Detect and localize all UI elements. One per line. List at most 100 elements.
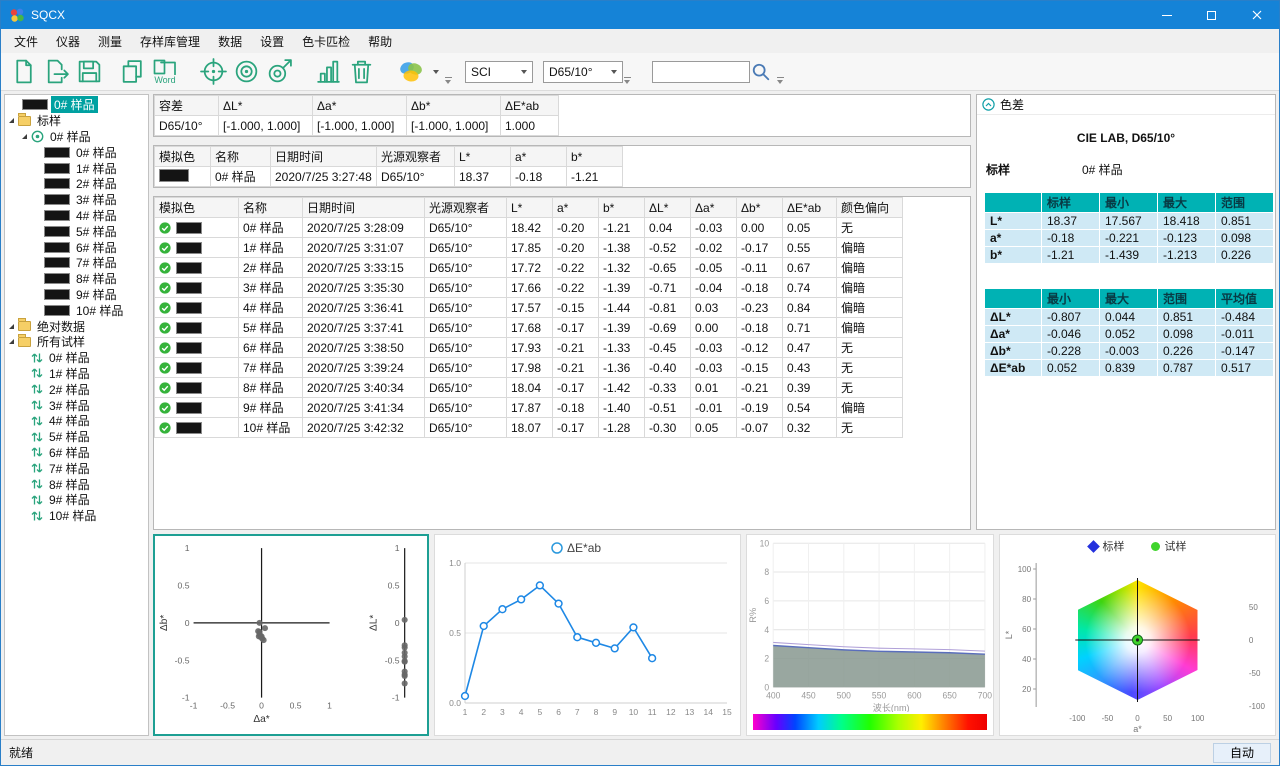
menu-item[interactable]: 仪器 [47, 30, 89, 53]
tree-item[interactable]: 0# 样品 [5, 144, 148, 160]
word-export-button[interactable]: Word [151, 58, 179, 86]
menu-item[interactable]: 测量 [89, 30, 131, 53]
toolbar-overflow-icon[interactable] [445, 77, 452, 86]
collapse-panel-icon[interactable] [982, 98, 995, 111]
colorwheel-chart-panel[interactable]: 标样试样 10080604020L*500-50-100-100-5005010… [999, 534, 1276, 736]
color-palette-icon [397, 59, 427, 85]
table-row[interactable]: 4# 样品2020/7/25 3:36:41D65/10°17.57-0.15-… [155, 298, 970, 318]
tree-item[interactable]: 2# 样品 [5, 176, 148, 192]
table-row[interactable]: 9# 样品2020/7/25 3:41:34D65/10°17.87-0.18-… [155, 398, 970, 418]
color-swatch [44, 178, 70, 189]
tree-item-label: 所有试样 [34, 333, 88, 350]
tree-item[interactable]: 0# 样品 [5, 97, 148, 113]
table-row[interactable]: 5# 样品2020/7/25 3:37:41D65/10°17.68-0.17-… [155, 318, 970, 338]
new-file-button[interactable] [9, 57, 38, 86]
measure-arrows-icon [31, 431, 43, 443]
close-button[interactable] [1234, 1, 1279, 29]
standard-name: 0# 样品 [1082, 161, 1123, 178]
svg-text:100: 100 [1018, 565, 1032, 574]
tree-item[interactable]: 7# 样品 [5, 255, 148, 271]
column-header: L* [507, 198, 553, 218]
tree-item[interactable]: 0# 样品 [5, 350, 148, 366]
color-swatch [44, 242, 70, 253]
menu-item[interactable]: 帮助 [359, 30, 401, 53]
tree-item-label: 2# 样品 [73, 175, 120, 192]
expander-icon[interactable] [9, 118, 14, 123]
expander-icon[interactable] [22, 134, 27, 139]
minimize-button[interactable] [1144, 1, 1189, 29]
legend-item: 标样 [1089, 538, 1125, 554]
toolbar-overflow-icon[interactable] [777, 77, 784, 86]
menu-item[interactable]: 存样库管理 [131, 30, 209, 53]
tree-item[interactable]: 标样 [5, 113, 148, 129]
tree-item[interactable]: 1# 样品 [5, 160, 148, 176]
table-row[interactable]: 10# 样品2020/7/25 3:42:32D65/10°18.07-0.17… [155, 418, 970, 438]
tree-item[interactable]: 8# 样品 [5, 476, 148, 492]
export-file-button[interactable] [42, 57, 71, 86]
illuminant-select[interactable]: D65/10° [543, 61, 623, 83]
color-palette-button[interactable] [396, 58, 440, 86]
word-export-icon [152, 59, 178, 75]
table-row[interactable]: 6# 样品2020/7/25 3:38:50D65/10°17.93-0.21-… [155, 338, 970, 358]
tree-item[interactable]: 5# 样品 [5, 429, 148, 445]
search-button[interactable] [750, 61, 772, 83]
tree-item[interactable]: 所有试样 [5, 334, 148, 350]
scatter-chart-panel[interactable]: 10.50-0.5-1-1-0.500.51Δb*Δa*10.50-0.5-1Δ… [153, 534, 429, 736]
expander-icon[interactable] [9, 324, 14, 329]
table-row[interactable]: 3# 样品2020/7/25 3:35:30D65/10°17.66-0.22-… [155, 278, 970, 298]
tree-item[interactable]: 5# 样品 [5, 223, 148, 239]
measure-sample-button[interactable] [265, 57, 294, 86]
copy-button[interactable] [118, 57, 147, 86]
tree-item[interactable]: 0# 样品 [5, 129, 148, 145]
table-row[interactable]: D65/10°[-1.000, 1.000][-1.000, 1.000][-1… [155, 116, 970, 136]
tree-item[interactable]: 2# 样品 [5, 381, 148, 397]
color-swatch [176, 222, 202, 234]
tree-item[interactable]: 4# 样品 [5, 208, 148, 224]
maximize-button[interactable] [1189, 1, 1234, 29]
chevron-down-icon [433, 70, 439, 74]
spectral-chart-panel[interactable]: 0246810400450500550600650700R%波长(nm) [746, 534, 994, 736]
save-button[interactable] [75, 57, 104, 86]
table-row[interactable]: 2# 样品2020/7/25 3:33:15D65/10°17.72-0.22-… [155, 258, 970, 278]
tree-item[interactable]: 1# 样品 [5, 366, 148, 382]
calibration-button[interactable] [199, 57, 228, 86]
tree-item[interactable]: 4# 样品 [5, 413, 148, 429]
color-swatch [176, 242, 202, 254]
measure-arrows-icon [31, 494, 43, 506]
color-swatch [176, 342, 202, 354]
tree-item[interactable]: 绝对数据 [5, 318, 148, 334]
menu-item[interactable]: 文件 [5, 30, 47, 53]
tree-item[interactable]: 7# 样品 [5, 460, 148, 476]
stats-row: ΔL*-0.8070.0440.851-0.484 [985, 309, 1273, 325]
tree-item[interactable]: 3# 样品 [5, 192, 148, 208]
auto-mode-button[interactable]: 自动 [1213, 743, 1271, 763]
table-row[interactable]: 0# 样品2020/7/25 3:27:48D65/10°18.37-0.18-… [155, 167, 970, 187]
delete-button[interactable] [347, 57, 376, 86]
deltae-line-chart-panel[interactable]: ΔE*ab0.00.51.0123456789101112131415 [434, 534, 741, 736]
sci-select[interactable]: SCI [465, 61, 533, 83]
tree-item[interactable]: 10# 样品 [5, 508, 148, 524]
measure-standard-button[interactable] [232, 57, 261, 86]
table-row[interactable]: 7# 样品2020/7/25 3:39:24D65/10°17.98-0.21-… [155, 358, 970, 378]
tree-item[interactable]: 6# 样品 [5, 445, 148, 461]
table-row[interactable]: 0# 样品2020/7/25 3:28:09D65/10°18.42-0.20-… [155, 218, 970, 238]
menu-item[interactable]: 设置 [251, 30, 293, 53]
search-input[interactable] [652, 61, 750, 83]
table-row[interactable]: 1# 样品2020/7/25 3:31:07D65/10°17.85-0.20-… [155, 238, 970, 258]
tree-item[interactable]: 8# 样品 [5, 271, 148, 287]
expander-icon[interactable] [9, 339, 14, 344]
chart-button[interactable] [314, 57, 343, 86]
tree-item[interactable]: 9# 样品 [5, 287, 148, 303]
tree-item[interactable]: 9# 样品 [5, 492, 148, 508]
tree-item[interactable]: 10# 样品 [5, 302, 148, 318]
tree-item[interactable]: 3# 样品 [5, 397, 148, 413]
toolbar-overflow-icon[interactable] [624, 77, 631, 86]
measured-check-icon [159, 262, 171, 274]
svg-text:ΔL*: ΔL* [368, 615, 379, 631]
menu-item[interactable]: 数据 [209, 30, 251, 53]
menu-item[interactable]: 色卡匹检 [293, 30, 359, 53]
svg-text:5: 5 [537, 707, 542, 717]
tree-item[interactable]: 6# 样品 [5, 239, 148, 255]
svg-text:3: 3 [500, 707, 505, 717]
table-row[interactable]: 8# 样品2020/7/25 3:40:34D65/10°18.04-0.17-… [155, 378, 970, 398]
